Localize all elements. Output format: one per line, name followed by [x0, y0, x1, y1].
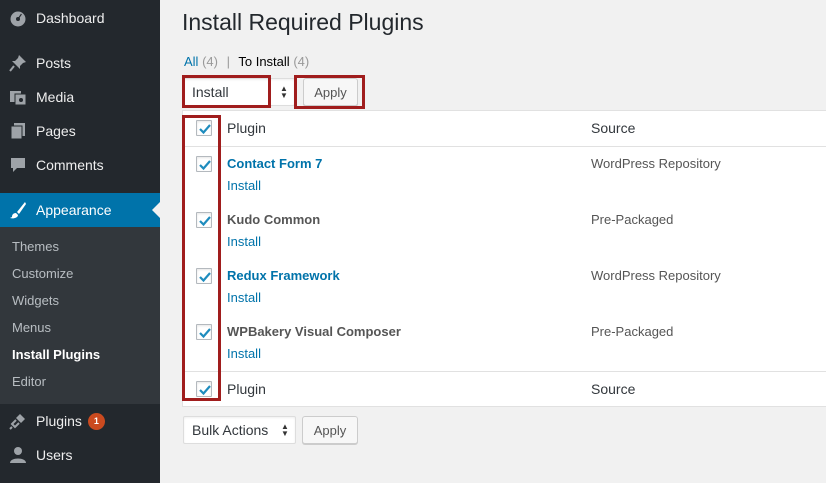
- menu-item-appearance[interactable]: Appearance: [0, 193, 160, 227]
- column-header-source[interactable]: Source: [591, 120, 635, 136]
- column-footer-plugin[interactable]: Plugin: [227, 381, 266, 397]
- column-header-plugin[interactable]: Plugin: [227, 120, 266, 136]
- menu-label-plugins: Plugins: [36, 413, 82, 429]
- highlight-install-select: [182, 75, 271, 108]
- pin-icon: [0, 54, 36, 72]
- menu-item-media[interactable]: Media: [0, 80, 160, 114]
- select-arrows-icon: ▲ ▼: [280, 84, 288, 100]
- highlight-apply-button: [294, 75, 365, 109]
- menu-label-users: Users: [36, 447, 73, 463]
- bulk-action-selected-bottom: Bulk Actions: [192, 422, 269, 438]
- install-action-link[interactable]: Install: [227, 290, 261, 305]
- menu-item-dashboard[interactable]: Dashboard: [0, 1, 160, 35]
- select-arrows-icon: ▲ ▼: [281, 422, 289, 438]
- brush-icon: [0, 201, 36, 219]
- footer-divider: [183, 371, 826, 372]
- submenu-themes[interactable]: Themes: [12, 237, 59, 257]
- menu-item-posts[interactable]: Posts: [0, 46, 160, 80]
- install-action-link[interactable]: Install: [227, 234, 261, 249]
- filter-all-count: (4): [202, 54, 218, 69]
- filter-separator: |: [226, 54, 230, 69]
- column-footer-source[interactable]: Source: [591, 381, 635, 397]
- menu-label-appearance: Appearance: [36, 202, 112, 218]
- filter-all-link[interactable]: All: [184, 54, 198, 69]
- submenu-widgets[interactable]: Widgets: [12, 291, 59, 311]
- apply-button-bottom[interactable]: Apply: [302, 416, 358, 444]
- plugin-name-link[interactable]: Redux Framework: [227, 268, 340, 283]
- update-count-badge: 1: [87, 412, 105, 430]
- active-menu-arrow: [152, 202, 160, 218]
- header-divider: [183, 146, 826, 147]
- menu-label-comments: Comments: [36, 157, 104, 173]
- menu-label-dashboard: Dashboard: [36, 10, 105, 26]
- plugin-source: Pre-Packaged: [591, 212, 674, 227]
- highlight-checkboxes: [182, 115, 221, 401]
- install-action-link[interactable]: Install: [227, 178, 261, 193]
- plugins-table: Plugin Source Contact Form 7 Install Wor…: [182, 110, 826, 407]
- plugin-name: Kudo Common: [227, 212, 321, 227]
- user-icon: [0, 446, 36, 464]
- plugin-name: WPBakery Visual Composer: [227, 324, 401, 339]
- plugin-source: WordPress Repository: [591, 268, 721, 283]
- submenu-menus[interactable]: Menus: [12, 318, 51, 338]
- filter-to-install-count: (4): [293, 54, 310, 69]
- plugin-source: WordPress Repository: [591, 156, 721, 171]
- submenu-install-plugins[interactable]: Install Plugins: [12, 345, 100, 365]
- submenu-customize[interactable]: Customize: [12, 264, 73, 284]
- menu-label-media: Media: [36, 89, 75, 105]
- admin-sidebar: Dashboard Posts Media Pages Comments App…: [0, 0, 160, 483]
- submenu-editor[interactable]: Editor: [12, 372, 46, 392]
- filter-to-install-link[interactable]: To Install: [238, 54, 289, 69]
- status-filters: All (4) | To Install (4): [184, 54, 309, 69]
- plugin-name-link[interactable]: Contact Form 7: [227, 156, 322, 171]
- plug-icon: [0, 412, 36, 430]
- bulk-action-select-bottom[interactable]: Bulk Actions ▲ ▼: [183, 416, 296, 444]
- menu-item-plugins[interactable]: Plugins 1: [0, 404, 160, 438]
- install-action-link[interactable]: Install: [227, 346, 261, 361]
- dashboard-icon: [0, 9, 36, 27]
- menu-label-posts: Posts: [36, 55, 72, 71]
- media-icon: [0, 88, 36, 106]
- menu-label-pages: Pages: [36, 123, 76, 139]
- pages-icon: [0, 122, 36, 140]
- menu-item-comments[interactable]: Comments: [0, 148, 160, 182]
- menu-item-pages[interactable]: Pages: [0, 114, 160, 148]
- page-title: Install Required Plugins: [182, 9, 424, 35]
- plugin-source: Pre-Packaged: [591, 324, 674, 339]
- comment-icon: [0, 156, 36, 174]
- menu-item-users[interactable]: Users: [0, 438, 160, 472]
- appearance-submenu: Themes Customize Widgets Menus Install P…: [0, 227, 160, 404]
